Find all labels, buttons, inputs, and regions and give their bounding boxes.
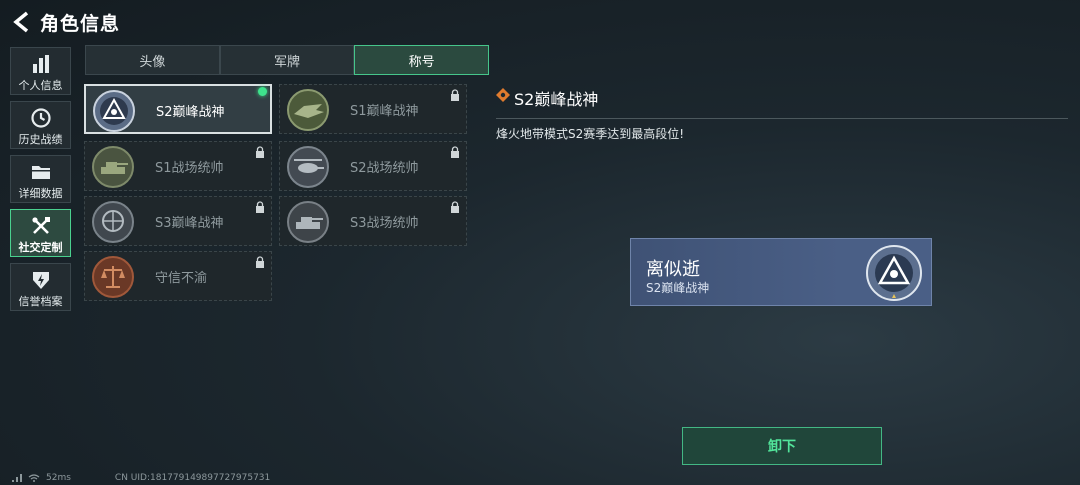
signal-icon — [12, 474, 22, 482]
folder-icon — [31, 166, 50, 179]
lock-icon — [451, 89, 459, 101]
title-card-name: 守信不渝 — [155, 271, 208, 286]
peak-warrior-emblem-icon — [93, 90, 135, 132]
category-tabs: 头像 军牌 称号 — [85, 45, 490, 75]
helicopter-emblem-icon — [287, 146, 329, 188]
lock-icon — [451, 146, 459, 158]
nav-item-detailed-data[interactable]: 详细数据 — [10, 155, 71, 203]
tank-emblem-icon — [287, 201, 329, 243]
title-card-s2-peak-warrior[interactable]: S2巅峰战神 — [84, 84, 272, 134]
lock-icon — [256, 146, 264, 158]
tab-title[interactable]: 称号 — [354, 45, 490, 75]
title-card-s1-battlefield-commander[interactable]: S1战场统帅 — [84, 141, 272, 191]
nav-label: 历史战绩 — [18, 133, 63, 146]
ping-value: 52ms — [46, 473, 71, 483]
wifi-icon — [28, 474, 40, 482]
title-card-name: S1战场统帅 — [155, 161, 224, 176]
tank-emblem-icon — [92, 146, 134, 188]
tab-dog-tag[interactable]: 军牌 — [219, 45, 355, 75]
nav-label: 社交定制 — [18, 241, 63, 254]
bar-chart-icon — [32, 55, 49, 73]
equipped-indicator-icon — [258, 87, 267, 96]
shield-lightning-icon — [32, 272, 49, 289]
title-card-name: S1巅峰战神 — [350, 104, 419, 119]
nav-label: 个人信息 — [18, 79, 63, 92]
tools-icon — [31, 217, 50, 234]
status-bar: 52ms CN UID:181779149897727975731 — [12, 473, 270, 483]
title-card-keep-faith[interactable]: 守信不渝 — [84, 251, 272, 301]
nameplate-title: S2巅峰战神 — [646, 281, 710, 295]
lock-icon — [451, 201, 459, 213]
nav-item-history[interactable]: 历史战绩 — [10, 101, 71, 149]
lock-icon — [256, 201, 264, 213]
title-card-s3-peak-warrior[interactable]: S3巅峰战神 — [84, 196, 272, 246]
title-card-s1-peak-warrior[interactable]: S1巅峰战神 — [279, 84, 467, 134]
nav-label: 信誉档案 — [18, 295, 63, 308]
nav-item-reputation[interactable]: 信誉档案 — [10, 263, 71, 311]
back-arrow-icon[interactable] — [10, 10, 34, 34]
history-clock-icon — [30, 108, 51, 128]
selected-title-description: 烽火地带模式S2赛季达到最高段位! — [496, 127, 685, 141]
divider — [496, 118, 1068, 119]
unequip-button[interactable]: 卸下 — [682, 427, 882, 465]
player-uid: CN UID:181779149897727975731 — [114, 473, 271, 483]
title-card-name: S2战场统帅 — [350, 161, 419, 176]
title-card-name: S3战场统帅 — [350, 216, 419, 231]
title-card-name: S3巅峰战神 — [155, 216, 224, 231]
scales-emblem-icon — [92, 256, 134, 298]
peak-warrior-emblem-icon — [866, 245, 922, 301]
title-card-s3-battlefield-commander[interactable]: S3战场统帅 — [279, 196, 467, 246]
nav-item-social-custom[interactable]: 社交定制 — [10, 209, 71, 257]
page-title: 角色信息 — [40, 13, 121, 35]
lock-icon — [256, 256, 264, 268]
diamond-icon — [496, 88, 510, 102]
nameplate-preview: 离似逝 S2巅峰战神 — [630, 238, 932, 306]
globe-emblem-icon — [92, 201, 134, 243]
crocodile-emblem-icon — [287, 89, 329, 131]
title-card-s2-battlefield-commander[interactable]: S2战场统帅 — [279, 141, 467, 191]
tab-avatar[interactable]: 头像 — [85, 45, 220, 75]
nav-item-profile[interactable]: 个人信息 — [10, 47, 71, 95]
nav-label: 详细数据 — [18, 187, 63, 200]
player-name: 离似逝 — [646, 259, 700, 280]
title-card-name: S2巅峰战神 — [156, 105, 225, 120]
selected-title-name: S2巅峰战神 — [514, 90, 599, 109]
